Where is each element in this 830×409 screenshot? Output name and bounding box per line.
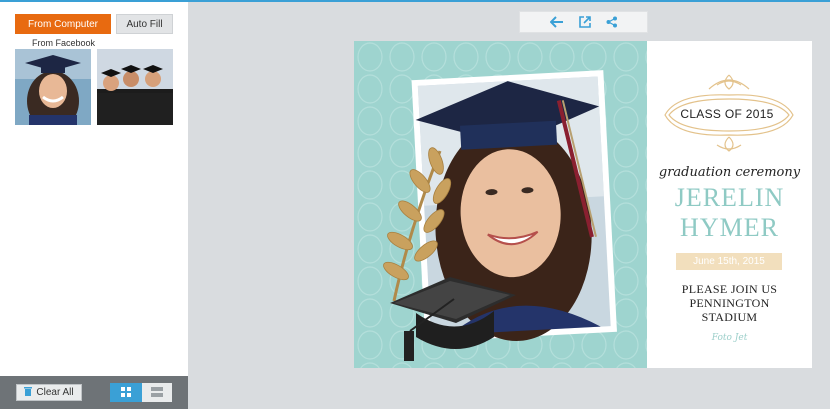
brand-watermark: Foto Jet <box>711 333 748 343</box>
auto-fill-button[interactable]: Auto Fill <box>116 14 173 34</box>
event-title: graduation ceremony <box>658 165 801 180</box>
list-view-toggle[interactable] <box>142 383 172 402</box>
photo-thumbnail[interactable] <box>97 49 173 125</box>
external-link-icon[interactable] <box>578 16 591 28</box>
grid-view-toggle[interactable] <box>110 383 142 402</box>
from-computer-button[interactable]: From Computer <box>15 14 111 34</box>
card-toolbar <box>519 11 648 33</box>
ornament-frame-icon <box>664 74 794 152</box>
card-text-area[interactable]: CLASS OF 2015 graduation ceremony JERELI… <box>647 41 812 368</box>
back-arrow-icon[interactable] <box>549 16 564 28</box>
trash-icon <box>24 386 33 399</box>
share-icon[interactable] <box>606 16 618 28</box>
from-facebook-link[interactable]: From Facebook <box>32 38 95 48</box>
card-pattern-and-photo <box>354 41 647 368</box>
grid-icon <box>121 384 131 402</box>
invite-line-1: PLEASE JOIN US <box>681 282 778 296</box>
class-of-heading: CLASS OF 2015 <box>680 107 774 121</box>
last-name: HYMER <box>680 213 779 242</box>
graduation-card[interactable]: CLASS OF 2015 graduation ceremony JERELI… <box>354 41 812 368</box>
clear-all-label: Clear All <box>36 387 74 398</box>
photos-panel: From Computer Auto Fill From Facebook <box>0 2 188 409</box>
list-icon <box>151 384 163 402</box>
graduate-photo-icon <box>15 49 91 125</box>
photo-thumbnail[interactable] <box>15 49 91 125</box>
bottom-toolbar: Clear All <box>0 376 188 409</box>
invite-line-2: PENNINGTON <box>689 296 770 310</box>
first-name: JERELIN <box>674 183 785 212</box>
date-ribbon: June 15th, 2015 <box>676 253 782 270</box>
invite-line-3: STADIUM <box>701 310 758 324</box>
card-photo-area[interactable] <box>354 41 647 368</box>
group-graduates-photo-icon <box>97 49 173 125</box>
clear-all-button[interactable]: Clear All <box>16 384 82 401</box>
